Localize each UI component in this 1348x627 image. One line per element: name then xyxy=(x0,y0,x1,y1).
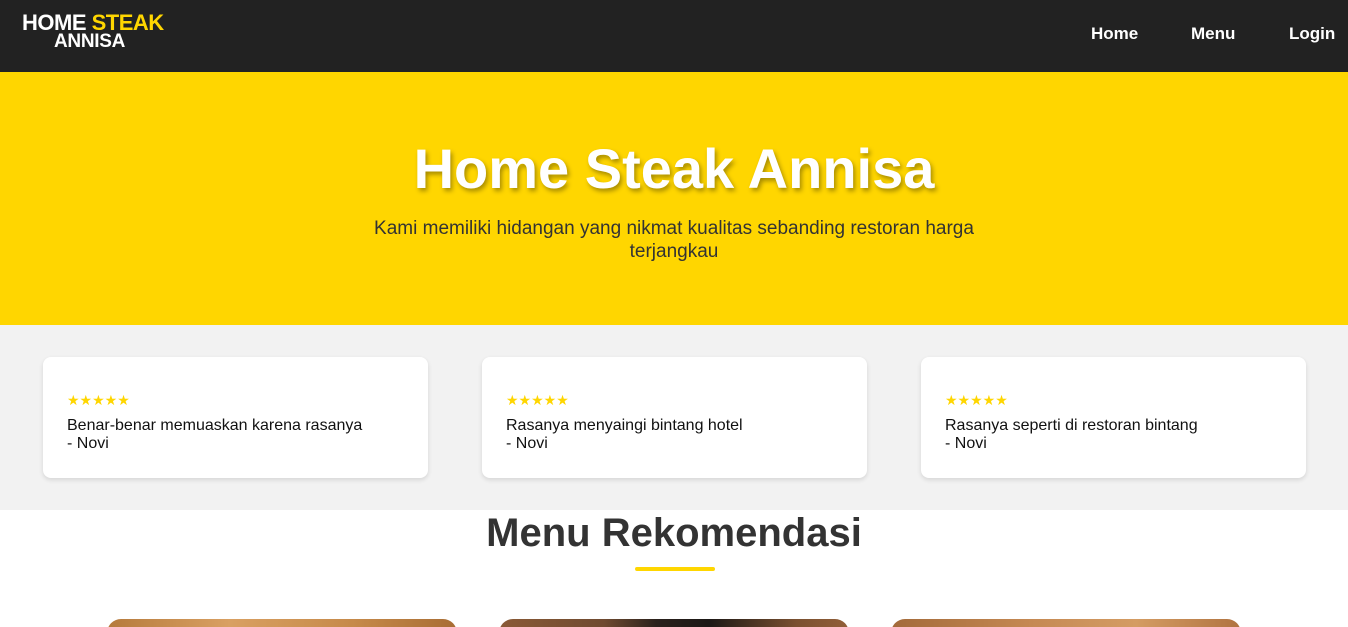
review-text: Benar-benar memuaskan karena rasanya xyxy=(67,417,363,434)
review-author: - Novi xyxy=(506,435,548,452)
rating-stars-icon: ★★★★★ xyxy=(945,392,1008,408)
brand-logo[interactable]: HOME STEAK ANNISA xyxy=(22,12,164,52)
rating-stars-icon: ★★★★★ xyxy=(67,392,130,408)
hero-banner: Home Steak Annisa Kami memiliki hidangan… xyxy=(0,72,1348,325)
nav-login-link[interactable]: Login xyxy=(1289,24,1335,44)
menu-item-image[interactable] xyxy=(107,619,457,627)
title-underline-divider xyxy=(635,567,715,571)
review-card: ★★★★★ Rasanya menyaingi bintang hotel - … xyxy=(482,357,867,478)
review-author: - Novi xyxy=(67,435,109,452)
review-author: - Novi xyxy=(945,435,987,452)
logo-word-annisa: ANNISA xyxy=(54,31,126,52)
hero-subtitle: Kami memiliki hidangan yang nikmat kuali… xyxy=(374,218,974,262)
hero-title: Home Steak Annisa xyxy=(413,137,935,200)
menu-item-image[interactable] xyxy=(499,619,849,627)
menu-section-title: Menu Rekomendasi xyxy=(486,511,862,555)
review-card: ★★★★★ Rasanya seperti di restoran bintan… xyxy=(921,357,1306,478)
review-text: Rasanya seperti di restoran bintang xyxy=(945,417,1198,434)
rating-stars-icon: ★★★★★ xyxy=(506,392,569,408)
review-text: Rasanya menyaingi bintang hotel xyxy=(506,417,743,434)
reviews-section: ★★★★★ Benar-benar memuaskan karena rasan… xyxy=(0,325,1348,510)
nav-menu-link[interactable]: Menu xyxy=(1191,24,1235,44)
menu-item-image[interactable] xyxy=(891,619,1241,627)
navbar: HOME STEAK ANNISA Home Menu Login xyxy=(0,0,1348,72)
review-card: ★★★★★ Benar-benar memuaskan karena rasan… xyxy=(43,357,428,478)
nav-home-link[interactable]: Home xyxy=(1091,24,1138,44)
